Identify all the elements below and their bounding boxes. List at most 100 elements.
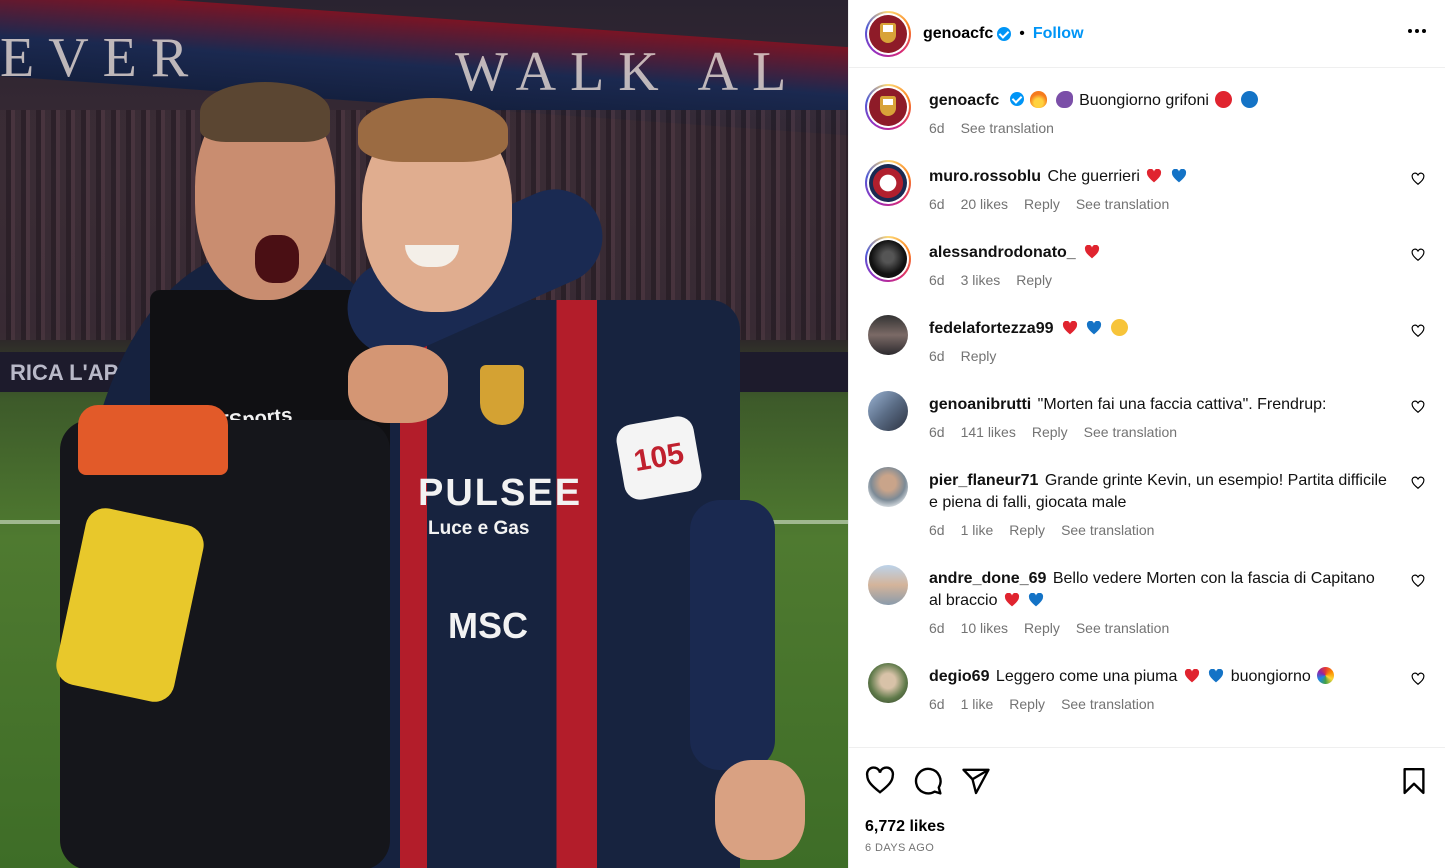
fire-emoji-icon bbox=[1030, 91, 1048, 108]
comment-item: degio69 Leggero come una piuma buongiorn… bbox=[865, 660, 1429, 712]
comment-username[interactable]: andre_done_69 bbox=[929, 570, 1046, 587]
share-icon[interactable] bbox=[961, 766, 991, 796]
post-actions-area: 6,772 likes 6 DAYS AGO bbox=[849, 747, 1445, 868]
like-comment-heart-icon[interactable] bbox=[1411, 324, 1425, 338]
red-heart-emoji-icon bbox=[1004, 593, 1019, 607]
comment-likes[interactable]: 10 likes bbox=[961, 620, 1008, 636]
like-comment-heart-icon[interactable] bbox=[1411, 172, 1425, 186]
comment-username[interactable]: alessandrodonato_ bbox=[929, 244, 1076, 261]
comment-see-translation[interactable]: See translation bbox=[1061, 522, 1154, 538]
like-comment-heart-icon[interactable] bbox=[1411, 574, 1425, 588]
like-comment-heart-icon[interactable] bbox=[1411, 476, 1425, 490]
speaking-head-emoji-icon bbox=[1055, 91, 1073, 108]
player-right-sleeve bbox=[690, 500, 775, 770]
commenter-avatar[interactable] bbox=[868, 315, 908, 355]
comment-reply-button[interactable]: Reply bbox=[1024, 620, 1060, 636]
red-heart-emoji-icon bbox=[1147, 169, 1162, 183]
comment-time: 6d bbox=[929, 424, 945, 440]
player-left-mouth bbox=[255, 235, 299, 283]
comment-text: Che guerrieri bbox=[1047, 168, 1140, 185]
heart-icon[interactable] bbox=[865, 766, 895, 796]
blue-heart-emoji-icon bbox=[1209, 669, 1224, 683]
commenter-avatar[interactable] bbox=[865, 160, 911, 206]
comment-username[interactable]: degio69 bbox=[929, 668, 989, 685]
commenter-avatar[interactable] bbox=[868, 391, 908, 431]
comment-time: 6d bbox=[929, 696, 945, 712]
comment-reply-button[interactable]: Reply bbox=[1032, 424, 1068, 440]
jersey-msc: MSC bbox=[448, 605, 528, 646]
caption-see-translation[interactable]: See translation bbox=[961, 120, 1054, 136]
commenter-avatar[interactable] bbox=[865, 236, 911, 282]
post-caption: genoacfc Buongiorno grifoni 6d See trans… bbox=[865, 84, 1429, 136]
comment-item: muro.rossoblu Che guerrieri 6d 20 likes … bbox=[865, 160, 1429, 212]
player-right-hair bbox=[358, 98, 508, 162]
comment-item: andre_done_69 Bello vedere Morten con la… bbox=[865, 562, 1429, 636]
commenter-avatar[interactable] bbox=[868, 565, 908, 605]
follow-button[interactable]: Follow bbox=[1033, 25, 1084, 43]
comment-time: 6d bbox=[929, 272, 945, 288]
comment-see-translation[interactable]: See translation bbox=[1061, 696, 1154, 712]
author-avatar[interactable] bbox=[865, 10, 911, 57]
red-heart-emoji-icon bbox=[1184, 669, 1199, 683]
comment-time: 6d bbox=[929, 522, 945, 538]
comment-username[interactable]: pier_flaneur71 bbox=[929, 472, 1038, 489]
bookmark-icon[interactable] bbox=[1399, 766, 1429, 796]
blue-circle-emoji-icon bbox=[1240, 91, 1258, 108]
comment-item: fedelafortezza99 6d Reply bbox=[865, 312, 1429, 364]
likes-count[interactable]: 6,772 likes bbox=[865, 818, 1429, 836]
comment-likes[interactable]: 141 likes bbox=[961, 424, 1016, 440]
comment-text-2: buongiorno bbox=[1230, 668, 1311, 685]
comment-item: genoanibrutti "Morten fai una faccia cat… bbox=[865, 388, 1429, 440]
like-comment-heart-icon[interactable] bbox=[1411, 248, 1425, 262]
like-comment-heart-icon[interactable] bbox=[1411, 400, 1425, 414]
caption-time: 6d bbox=[929, 120, 945, 136]
post-photo[interactable]: EVER WALK AL RICA L'AP STATSports 105 PU… bbox=[0, 0, 848, 868]
comment-see-translation[interactable]: See translation bbox=[1076, 620, 1169, 636]
player-right-jersey bbox=[400, 300, 740, 868]
like-comment-heart-icon[interactable] bbox=[1411, 672, 1425, 686]
blue-heart-emoji-icon bbox=[1087, 321, 1102, 335]
jersey-sponsor-sub: Luce e Gas bbox=[428, 518, 530, 539]
comment-reply-button[interactable]: Reply bbox=[1024, 196, 1060, 212]
comments-list[interactable]: genoacfc Buongiorno grifoni 6d See trans… bbox=[849, 68, 1445, 747]
comment-likes[interactable]: 20 likes bbox=[961, 196, 1008, 212]
comment-icon[interactable] bbox=[913, 766, 943, 796]
profile-photo-icon bbox=[869, 240, 907, 278]
banner-text-left: EVER bbox=[0, 27, 203, 89]
red-circle-emoji-icon bbox=[1215, 91, 1233, 108]
comment-time: 6d bbox=[929, 196, 945, 212]
comment-see-translation[interactable]: See translation bbox=[1076, 196, 1169, 212]
verified-icon bbox=[997, 26, 1012, 41]
comment-username[interactable]: muro.rossoblu bbox=[929, 168, 1041, 185]
player-left-fist bbox=[348, 345, 448, 423]
comment-text: "Morten fai una faccia cattiva". Frendru… bbox=[1037, 396, 1327, 413]
caption-username[interactable]: genoacfc bbox=[929, 92, 999, 109]
commenter-avatar[interactable] bbox=[868, 467, 908, 507]
comment-reply-button[interactable]: Reply bbox=[1009, 696, 1045, 712]
action-bar bbox=[865, 764, 1429, 798]
comment-see-translation[interactable]: See translation bbox=[1084, 424, 1177, 440]
caption-avatar[interactable] bbox=[865, 84, 911, 130]
comment-time: 6d bbox=[929, 620, 945, 636]
comment-item: pier_flaneur71 Grande grinte Kevin, un e… bbox=[865, 464, 1429, 538]
author-username[interactable]: genoacfc bbox=[923, 25, 993, 43]
comment-likes[interactable]: 1 like bbox=[961, 696, 994, 712]
player-right-hand bbox=[715, 760, 805, 860]
more-icon[interactable] bbox=[1405, 19, 1429, 49]
player-left-hair bbox=[200, 82, 330, 142]
comment-likes[interactable]: 1 like bbox=[961, 522, 994, 538]
post-time-ago[interactable]: 6 DAYS AGO bbox=[865, 842, 1429, 854]
red-heart-emoji-icon bbox=[1062, 321, 1077, 335]
jersey-sponsor: PULSEE bbox=[418, 472, 583, 514]
comment-reply-button[interactable]: Reply bbox=[961, 348, 997, 364]
comment-username[interactable]: fedelafortezza99 bbox=[929, 320, 1054, 337]
ad-board-text: RICA L'AP bbox=[10, 360, 119, 385]
blue-heart-emoji-icon bbox=[1171, 169, 1186, 183]
comment-reply-button[interactable]: Reply bbox=[1016, 272, 1052, 288]
verified-icon bbox=[1009, 92, 1024, 106]
comment-likes[interactable]: 3 likes bbox=[961, 272, 1001, 288]
commenter-avatar[interactable] bbox=[868, 663, 908, 703]
banner-text-right: WALK AL bbox=[455, 41, 801, 103]
comment-reply-button[interactable]: Reply bbox=[1009, 522, 1045, 538]
comment-username[interactable]: genoanibrutti bbox=[929, 396, 1031, 413]
